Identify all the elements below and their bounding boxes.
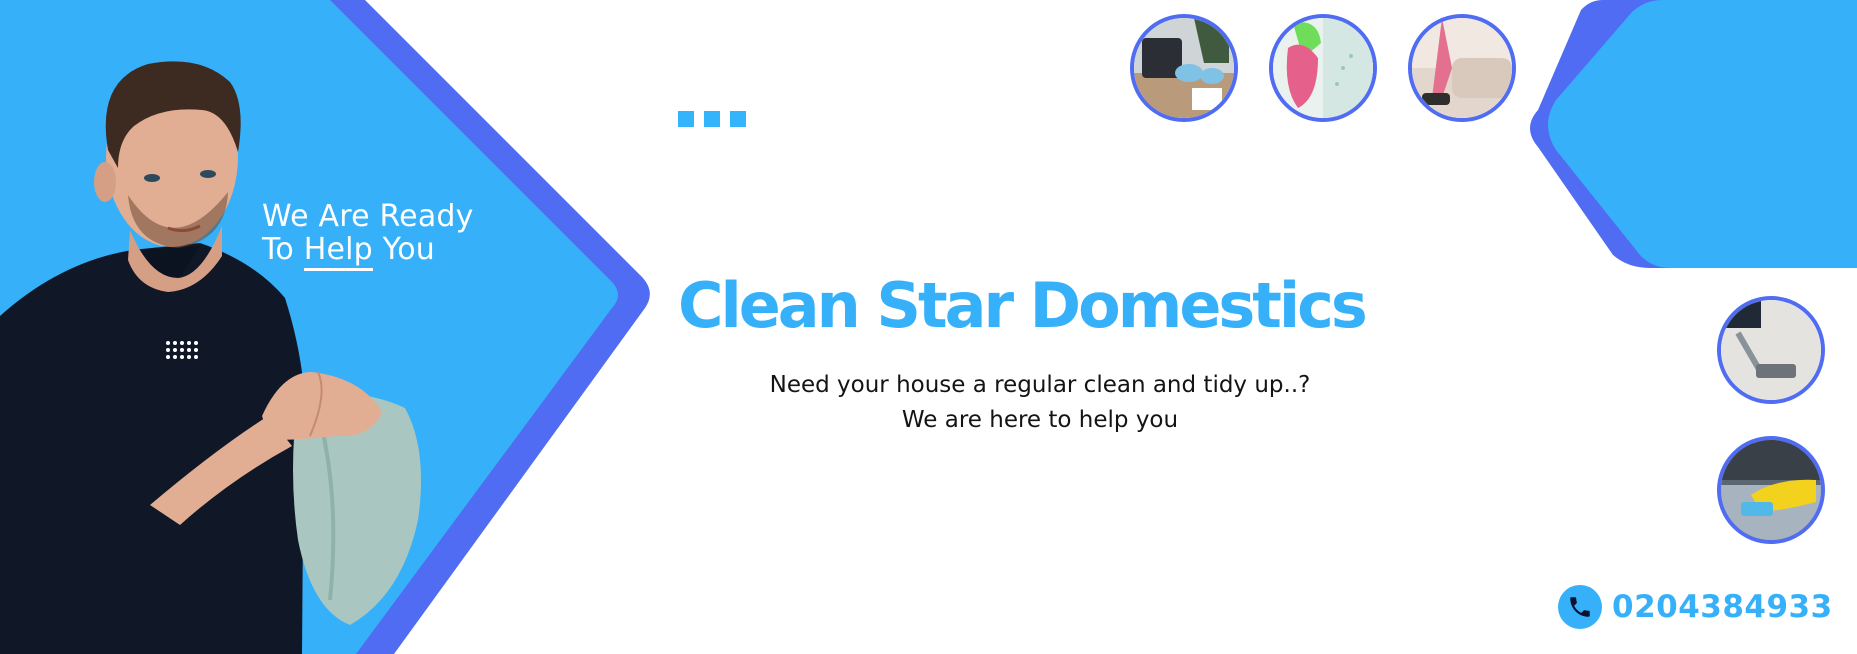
window-cleaning-photo <box>1269 14 1377 122</box>
phone-contact[interactable]: 0204384933 <box>1558 585 1833 629</box>
desk-cleaning-photo <box>1130 14 1238 122</box>
tagline-line2-suffix: You <box>372 232 435 267</box>
dot <box>704 111 720 127</box>
subtitle-line2: We are here to help you <box>901 407 1179 433</box>
tagline: We Are Ready To Help You <box>262 199 474 271</box>
decorative-dots <box>678 111 746 127</box>
phone-number[interactable]: 0204384933 <box>1612 589 1833 625</box>
surface-wiping-photo <box>1717 436 1825 544</box>
tagline-help-highlight: Help <box>303 232 373 271</box>
tagline-line2-prefix: To <box>262 232 304 267</box>
carpet-cleaning-photo <box>1717 296 1825 404</box>
tagline-line2: To Help You <box>262 232 474 271</box>
brand-name: Clean Star Domestics <box>678 269 1368 342</box>
subtitle-line1: Need your house a regular clean and tidy… <box>769 372 1311 398</box>
phone-icon <box>1558 585 1602 629</box>
dot <box>730 111 746 127</box>
tagline-line1: We Are Ready <box>262 199 474 234</box>
hero-banner: We Are Ready To Help You Clean Star Dome… <box>0 0 1857 654</box>
dot <box>678 111 694 127</box>
subtitle: Need your house a regular clean and tidy… <box>680 368 1400 438</box>
sofa-vacuum-photo <box>1408 14 1516 122</box>
